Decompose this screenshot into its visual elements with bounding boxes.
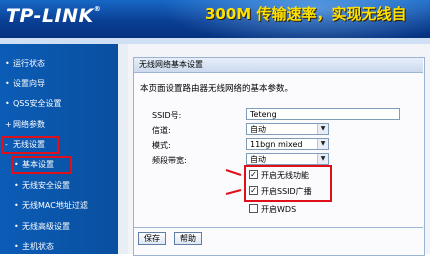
mode-select[interactable]: 11bgn mixed ▼ bbox=[246, 138, 329, 150]
ssid-label: SSID号: bbox=[152, 111, 182, 120]
sidebar-item-qss[interactable]: • QSS安全设置 bbox=[5, 98, 61, 109]
header-slogan: 300M 传输速率，实现无线自 bbox=[205, 5, 407, 23]
ssid-input[interactable]: Teteng bbox=[246, 108, 400, 120]
sidebar-edge bbox=[118, 44, 128, 254]
basic-settings-highlight-box bbox=[11, 156, 72, 174]
sidebar-item-wireless-security[interactable]: • 无线安全设置 bbox=[14, 180, 70, 191]
sidebar-item-host-status[interactable]: • 主机状态 bbox=[14, 241, 54, 252]
panel-divider bbox=[134, 227, 423, 228]
chevron-down-icon: ▼ bbox=[317, 154, 328, 164]
logo-text: TP-LINK bbox=[6, 5, 94, 27]
sidebar-item-mac-filter[interactable]: • 无线MAC地址过滤 bbox=[14, 200, 88, 211]
chevron-down-icon: ▼ bbox=[317, 139, 328, 149]
channel-select[interactable]: 自动 ▼ bbox=[246, 123, 329, 135]
mode-label: 模式: bbox=[152, 141, 171, 150]
header-banner: TP-LINK® 300M 传输速率，实现无线自 bbox=[0, 0, 430, 38]
chevron-down-icon: ▼ bbox=[317, 124, 328, 134]
save-button[interactable]: 保存 bbox=[138, 232, 166, 245]
tp-link-logo: TP-LINK® bbox=[6, 5, 101, 27]
bandwidth-select[interactable]: 自动 ▼ bbox=[246, 153, 329, 165]
enable-wds-checkbox[interactable] bbox=[249, 204, 258, 213]
enable-wds-label: 开启WDS bbox=[261, 205, 297, 214]
sidebar-item-advanced[interactable]: • 无线高级设置 bbox=[14, 221, 70, 232]
sidebar-item-status[interactable]: • 运行状态 bbox=[5, 58, 45, 69]
sidebar-item-network[interactable]: +网络参数 bbox=[5, 119, 45, 130]
page-description: 本页面设置路由器无线网络的基本参数。 bbox=[140, 84, 294, 94]
logo-registered-mark: ® bbox=[93, 5, 102, 13]
red-arrow-icon bbox=[225, 169, 242, 195]
panel-title: 无线网络基本设置 bbox=[134, 58, 423, 73]
sidebar-item-setup-wizard[interactable]: • 设置向导 bbox=[5, 78, 45, 89]
help-button[interactable]: 帮助 bbox=[174, 232, 202, 245]
channel-label: 信道: bbox=[152, 126, 171, 135]
wireless-highlight-box bbox=[1, 136, 59, 154]
checkbox-highlight-box bbox=[244, 165, 332, 202]
bandwidth-label: 频段带宽: bbox=[152, 156, 187, 165]
